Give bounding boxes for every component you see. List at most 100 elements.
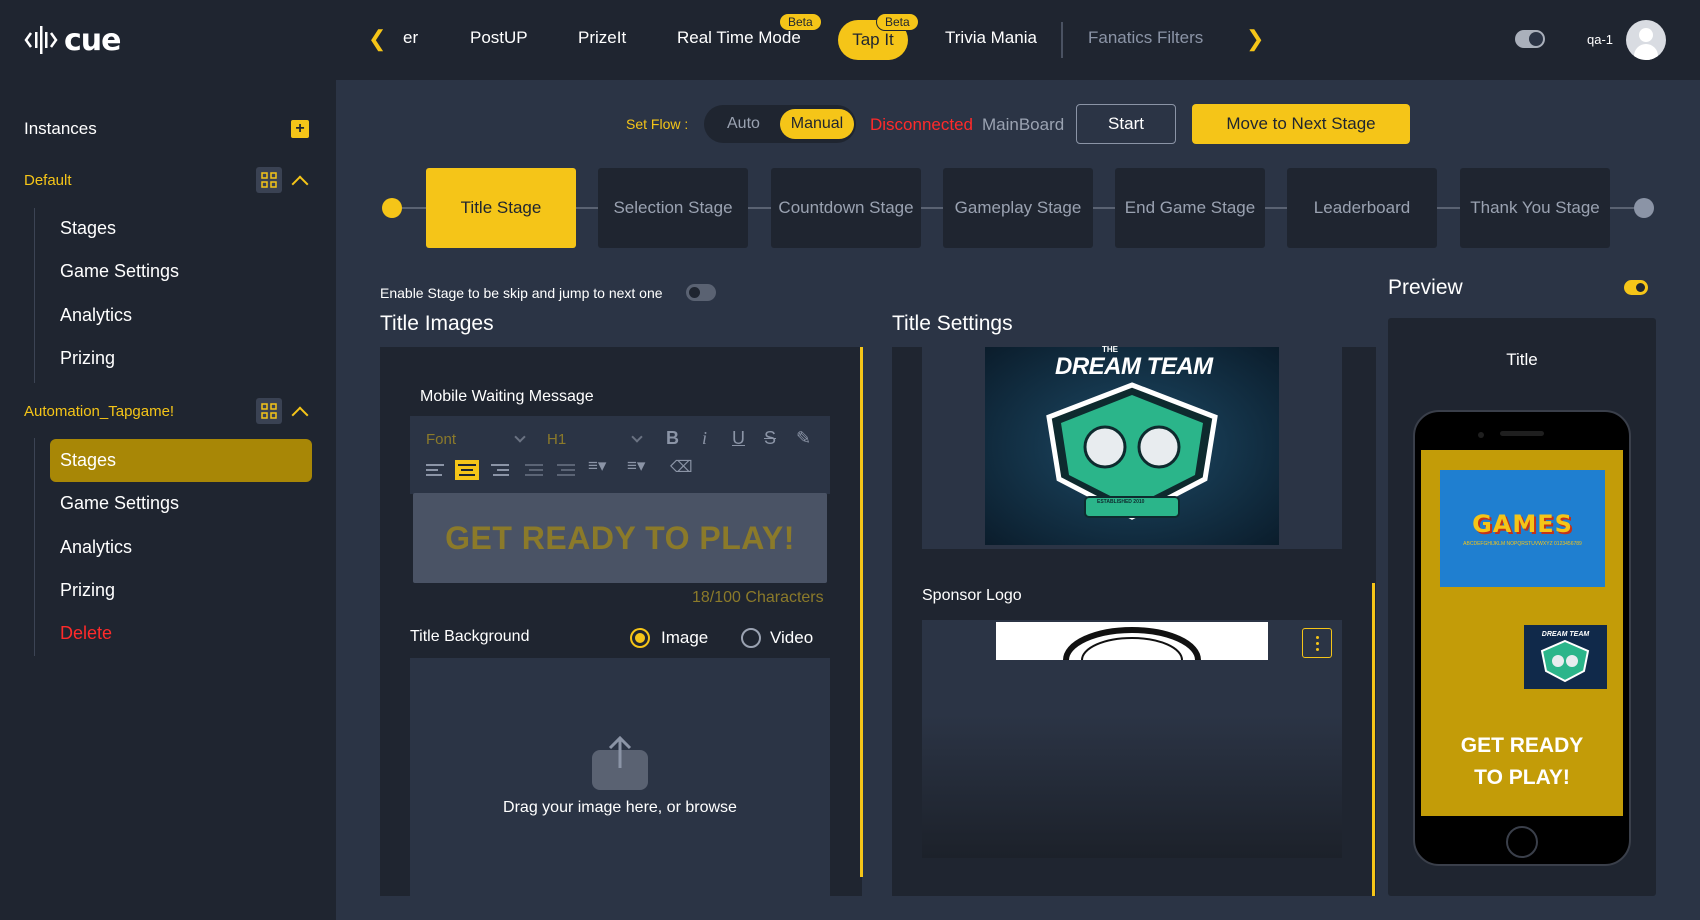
- start-button[interactable]: Start: [1076, 104, 1176, 144]
- flow-manual-option[interactable]: Manual: [780, 109, 854, 139]
- ordered-list-icon[interactable]: ≡▾: [588, 456, 606, 476]
- sidebar-item-stages-active[interactable]: Stages: [50, 439, 312, 482]
- add-instance-button[interactable]: +: [291, 120, 309, 138]
- radio-video-label[interactable]: Video: [770, 628, 813, 648]
- sidebar-item-analytics[interactable]: Analytics: [60, 305, 132, 326]
- upload-icon: [592, 736, 648, 790]
- align-center-icon[interactable]: [455, 460, 479, 480]
- clear-format-eraser-icon[interactable]: ⌫: [670, 457, 693, 477]
- title-settings-heading: Title Settings: [892, 312, 1013, 335]
- phone-message-line1: GET READY: [1460, 734, 1584, 757]
- qr-code-icon[interactable]: [256, 398, 282, 424]
- nav-next-arrow-icon[interactable]: ❯: [1246, 26, 1264, 52]
- heading-select[interactable]: H1: [547, 431, 566, 448]
- sidebar-item-prizing[interactable]: Prizing: [60, 580, 115, 601]
- highlight-pen-icon[interactable]: ✎: [796, 428, 811, 449]
- nav-prev-arrow-icon[interactable]: ❮: [368, 26, 386, 52]
- preview-heading: Preview: [1388, 276, 1463, 299]
- stage-countdown[interactable]: Countdown Stage: [771, 168, 921, 248]
- stage-gameplay[interactable]: Gameplay Stage: [943, 168, 1093, 248]
- nav-item-fanatics-filters[interactable]: Fanatics Filters: [1088, 28, 1203, 48]
- nav-item-real-time-mode[interactable]: Real Time Mode: [677, 28, 801, 48]
- top-navigation-bar: cue ❮ er PostUP PrizeIt Real Time Mode B…: [0, 0, 1700, 80]
- beta-badge: Beta: [876, 13, 919, 31]
- stage-selection[interactable]: Selection Stage: [598, 168, 748, 248]
- radio-video[interactable]: [741, 628, 761, 648]
- phone-speaker: [1500, 431, 1544, 436]
- sidebar-title-instances: Instances: [24, 119, 97, 138]
- instance-group-default[interactable]: Default: [24, 172, 72, 189]
- preview-stage-label: Title: [1506, 350, 1538, 369]
- move-to-next-stage-button[interactable]: Move to Next Stage: [1192, 104, 1410, 144]
- phone-message-line2: TO PLAY!: [1474, 766, 1570, 789]
- align-right-icon[interactable]: [488, 460, 512, 480]
- mini-logo-text: DREAM TEAM: [1541, 631, 1590, 638]
- sponsor-options-kebab-icon[interactable]: [1302, 628, 1332, 658]
- beta-badge: Beta: [779, 13, 822, 31]
- scrollbar[interactable]: [1372, 583, 1375, 896]
- dream-team-est-text: ESTABLISHED 2010: [1097, 499, 1145, 505]
- font-select[interactable]: Font: [426, 431, 456, 448]
- sidebar-item-game-settings[interactable]: Game Settings: [60, 493, 179, 514]
- radio-image-label[interactable]: Image: [661, 628, 708, 648]
- italic-icon[interactable]: i: [702, 428, 707, 449]
- instance-group-automation-tapgame[interactable]: Automation_Tapgame!: [24, 403, 174, 420]
- bullet-list-icon[interactable]: ≡▾: [627, 456, 645, 476]
- user-name: qa-1: [1587, 32, 1614, 47]
- stepper-start-dot: [382, 198, 402, 218]
- nav-item-trivia-mania[interactable]: Trivia Mania: [945, 28, 1037, 48]
- scrollbar[interactable]: [860, 347, 863, 877]
- qr-code-icon[interactable]: [256, 167, 282, 193]
- title-images-heading: Title Images: [380, 312, 494, 335]
- dropzone-text[interactable]: Drag your image here, or browse: [410, 799, 830, 817]
- waiting-message-editor[interactable]: GET READY TO PLAY!: [413, 493, 827, 583]
- stage-title[interactable]: Title Stage: [426, 168, 576, 248]
- sponsor-logo-image: [996, 622, 1268, 660]
- phone-home-button: [1506, 826, 1538, 858]
- logo-text: cue: [64, 22, 121, 58]
- mobile-waiting-message-label: Mobile Waiting Message: [420, 388, 594, 405]
- phone-camera: [1478, 432, 1484, 438]
- phone-message: GET READY TO PLAY!: [1421, 730, 1623, 794]
- sidebar-item-game-settings[interactable]: Game Settings: [60, 261, 179, 282]
- sponsor-logo-label: Sponsor Logo: [922, 587, 1022, 604]
- radio-image[interactable]: [630, 628, 650, 648]
- preview-toggle[interactable]: [1624, 280, 1648, 295]
- stage-thank-you[interactable]: Thank You Stage: [1460, 168, 1610, 248]
- strikethrough-icon[interactable]: S: [764, 428, 776, 449]
- tree-line: [34, 208, 35, 383]
- nav-item-prizeit[interactable]: PrizeIt: [578, 28, 626, 48]
- skip-stage-label: Enable Stage to be skip and jump to next…: [380, 285, 663, 301]
- editor-text: GET READY TO PLAY!: [445, 519, 795, 556]
- sidebar-item-delete[interactable]: Delete: [60, 623, 112, 644]
- set-flow-label: Set Flow :: [626, 116, 689, 132]
- board-name: MainBoard: [982, 115, 1065, 134]
- stage-leaderboard[interactable]: Leaderboard: [1287, 168, 1437, 248]
- nav-item-er[interactable]: er: [403, 28, 418, 48]
- indent-decrease-icon[interactable]: [522, 460, 546, 480]
- align-left-icon[interactable]: [423, 460, 447, 480]
- stage-end-game[interactable]: End Game Stage: [1115, 168, 1265, 248]
- bold-icon[interactable]: B: [666, 428, 679, 449]
- mini-dream-team-logo-image: DREAM TEAM: [1524, 625, 1607, 689]
- indent-increase-icon[interactable]: [554, 460, 578, 480]
- nav-divider: [1061, 22, 1063, 58]
- sidebar-item-stages[interactable]: Stages: [60, 218, 116, 239]
- banner-word: GAMES: [1472, 510, 1573, 538]
- skip-stage-toggle[interactable]: [686, 284, 716, 301]
- character-count: 18/100 Characters: [692, 589, 824, 606]
- games-banner-image: GAMES ABCDEFGHIJKLM NOPQRSTUVWXYZ 012345…: [1440, 470, 1605, 587]
- title-background-label: Title Background: [410, 628, 530, 645]
- underline-icon[interactable]: U: [732, 428, 745, 449]
- flow-auto-option[interactable]: Auto: [727, 115, 760, 133]
- sidebar-item-prizing[interactable]: Prizing: [60, 348, 115, 369]
- nav-item-postup[interactable]: PostUP: [470, 28, 528, 48]
- sidebar-item-analytics[interactable]: Analytics: [60, 537, 132, 558]
- user-avatar-icon[interactable]: [1626, 20, 1666, 60]
- cue-logo[interactable]: cue: [24, 22, 121, 58]
- banner-sub: ABCDEFGHIJKLM NOPQRSTUVWXYZ 0123456789: [1463, 541, 1582, 547]
- soundwave-icon: [24, 26, 58, 54]
- theme-toggle-icon[interactable]: [1515, 30, 1545, 48]
- tree-line: [34, 438, 35, 656]
- dream-team-name-text: DREAM TEAM: [1055, 353, 1213, 380]
